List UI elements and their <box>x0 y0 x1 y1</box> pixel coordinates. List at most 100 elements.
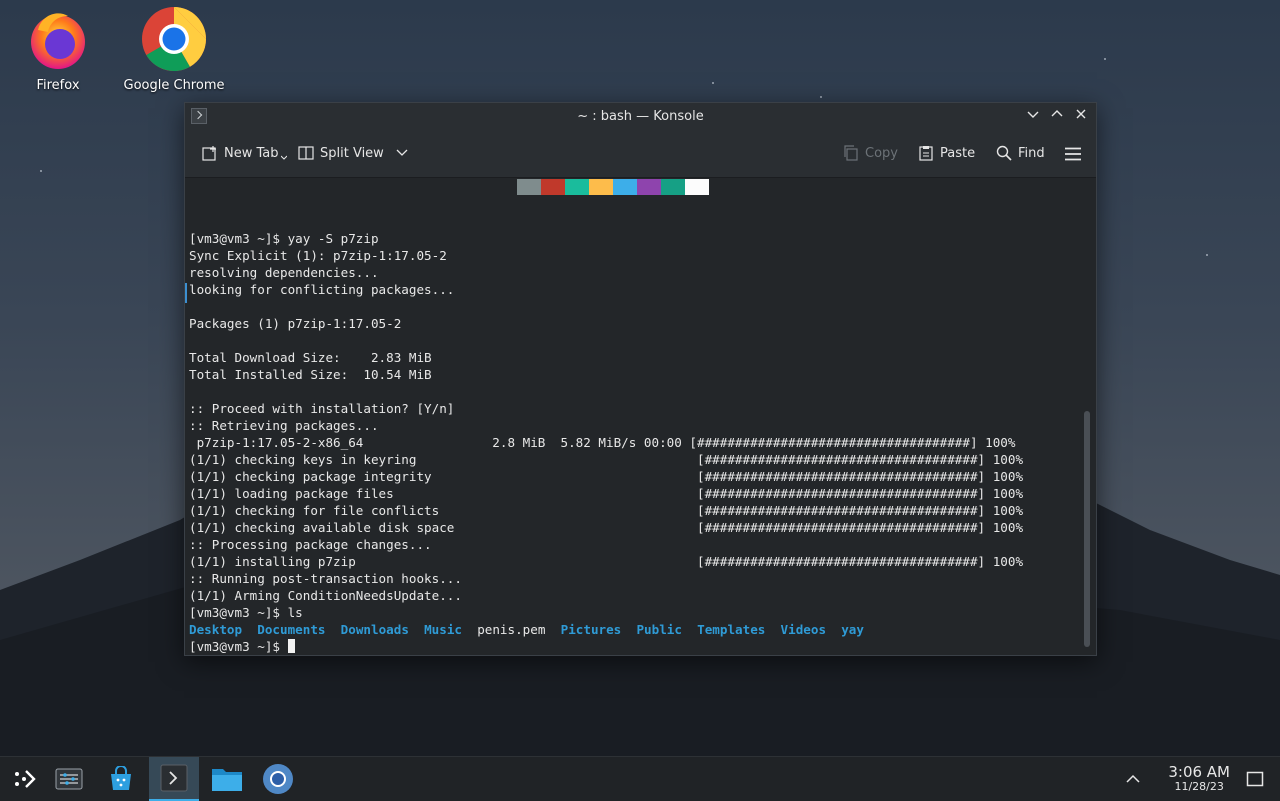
palette-swatch <box>541 179 565 195</box>
terminal-line: :: Running post-transaction hooks... <box>189 571 462 586</box>
shell-prompt: [vm3@vm3 ~]$ <box>189 639 288 654</box>
find-button[interactable]: Find <box>996 145 1045 161</box>
app-launcher-icon <box>15 770 36 788</box>
terminal-line: Total Installed Size: 10.54 MiB <box>189 367 432 382</box>
konsole-toolbar: New Tab Split View Copy Paste Find <box>185 131 1096 178</box>
file-entry: penis.pem <box>477 622 546 637</box>
close-icon <box>1076 109 1086 119</box>
paste-label: Paste <box>940 145 976 161</box>
konsole-taskbar-button[interactable] <box>149 757 199 801</box>
chevron-down-icon <box>396 149 408 156</box>
star <box>1104 58 1106 60</box>
chromium-button[interactable] <box>253 757 303 801</box>
dolphin-button[interactable] <box>202 757 252 801</box>
system-settings-button[interactable] <box>44 757 94 801</box>
directory-entry: Templates <box>697 622 766 637</box>
terminal-mark <box>185 283 187 303</box>
split-view-button[interactable]: Split View <box>298 145 408 161</box>
clock-date: 11/28/23 <box>1174 780 1224 793</box>
hamburger-menu-icon <box>1065 147 1081 161</box>
palette-swatch <box>661 179 685 195</box>
directory-entry: Videos <box>780 622 827 637</box>
app-launcher-button[interactable] <box>0 757 50 801</box>
search-icon <box>996 145 1012 161</box>
konsole-window[interactable]: ~ : bash — Konsole New Tab Split View Co… <box>184 102 1097 656</box>
discover-button[interactable] <box>96 757 146 801</box>
desktop-icon-firefox[interactable]: Firefox <box>3 8 113 93</box>
chromium-icon <box>263 764 293 794</box>
palette-swatch <box>637 179 661 195</box>
copy-button[interactable]: Copy <box>843 145 898 161</box>
chevron-up-icon <box>1126 774 1140 783</box>
terminal-line: (1/1) Arming ConditionNeedsUpdate... <box>189 588 462 603</box>
split-view-icon <box>298 146 314 160</box>
konsole-icon <box>160 764 188 792</box>
discover-icon <box>111 766 131 790</box>
firefox-icon <box>31 13 85 69</box>
terminal-line: (1/1) checking keys in keyring [########… <box>189 452 1024 467</box>
window-title: ~ : bash — Konsole <box>577 109 704 124</box>
chevron-down-icon <box>1027 111 1039 118</box>
paste-button[interactable]: Paste <box>918 145 975 161</box>
maximize-button[interactable] <box>1048 107 1066 125</box>
directory-entry: Downloads <box>340 622 409 637</box>
system-tray-expand-button[interactable] <box>1108 757 1158 801</box>
terminal-line: [vm3@vm3 ~]$ ls <box>189 605 303 620</box>
new-tab-button[interactable]: New Tab <box>202 145 287 161</box>
directory-entry: Pictures <box>560 622 622 637</box>
star <box>820 96 822 98</box>
prompt-line[interactable]: [vm3@vm3 ~]$ <box>189 638 1023 655</box>
split-view-label: Split View <box>320 145 384 161</box>
folder-icon <box>212 769 242 791</box>
text-cursor <box>287 639 295 653</box>
palette-swatch <box>517 179 541 195</box>
taskbar: 3:06 AM 11/28/23 <box>0 756 1280 801</box>
system-settings-icon <box>55 768 83 790</box>
paste-icon <box>919 146 933 161</box>
copy-label: Copy <box>865 145 898 161</box>
chrome-icon <box>142 7 206 71</box>
color-palette <box>517 179 709 195</box>
terminal-line: (1/1) checking for file conflicts [#####… <box>189 503 1024 518</box>
terminal-line: :: Retrieving packages... <box>189 418 379 433</box>
star <box>1206 254 1208 256</box>
terminal-line: :: Processing package changes... <box>189 537 432 552</box>
terminal-area[interactable]: [vm3@vm3 ~]$ yay -S p7zip Sync Explicit (… <box>185 178 1096 655</box>
terminal-line: Packages (1) p7zip-1:17.05-2 <box>189 316 402 331</box>
star <box>40 170 42 172</box>
directory-entry: Public <box>636 622 682 637</box>
directory-entry: Documents <box>257 622 326 637</box>
hamburger-menu-button[interactable] <box>1064 147 1082 161</box>
terminal-line: (1/1) checking package integrity [######… <box>189 469 1024 484</box>
terminal-line: (1/1) loading package files [###########… <box>189 486 1024 501</box>
directory-entry: yay <box>841 622 864 637</box>
desktop-icon-label: Firefox <box>36 78 80 93</box>
ls-output-line: Desktop Documents Downloads Music penis.… <box>189 621 1023 638</box>
show-desktop-button[interactable] <box>1230 757 1280 801</box>
palette-swatch <box>589 179 613 195</box>
clock-time: 3:06 AM <box>1168 763 1230 781</box>
digital-clock[interactable]: 3:06 AM 11/28/23 <box>1168 763 1230 793</box>
new-tab-icon <box>202 146 216 161</box>
desktop-icon-chrome[interactable]: Google Chrome <box>119 7 229 93</box>
terminal-line: resolving dependencies... <box>189 265 379 280</box>
terminal-scrollbar[interactable] <box>1084 411 1090 647</box>
terminal-line: Total Download Size: 2.83 MiB <box>189 350 432 365</box>
terminal-line: Sync Explicit (1): p7zip-1:17.05-2 <box>189 248 447 263</box>
palette-swatch <box>613 179 637 195</box>
copy-icon <box>844 145 858 161</box>
desktop-icon-label: Google Chrome <box>123 78 225 93</box>
terminal-line: (1/1) checking available disk space [###… <box>189 520 1024 535</box>
palette-swatch <box>565 179 589 195</box>
terminal-line: [vm3@vm3 ~]$ yay -S p7zip <box>189 231 379 246</box>
minimize-button[interactable] <box>1024 107 1042 125</box>
star <box>712 82 714 84</box>
close-button[interactable] <box>1072 107 1090 125</box>
palette-swatch <box>685 179 709 195</box>
new-tab-label: New Tab <box>224 145 279 161</box>
terminal-output: [vm3@vm3 ~]$ yay -S p7zip Sync Explicit (… <box>189 230 1023 655</box>
terminal-line: (1/1) installing p7zip [################… <box>189 554 1024 569</box>
window-titlebar[interactable]: ~ : bash — Konsole <box>185 103 1096 131</box>
